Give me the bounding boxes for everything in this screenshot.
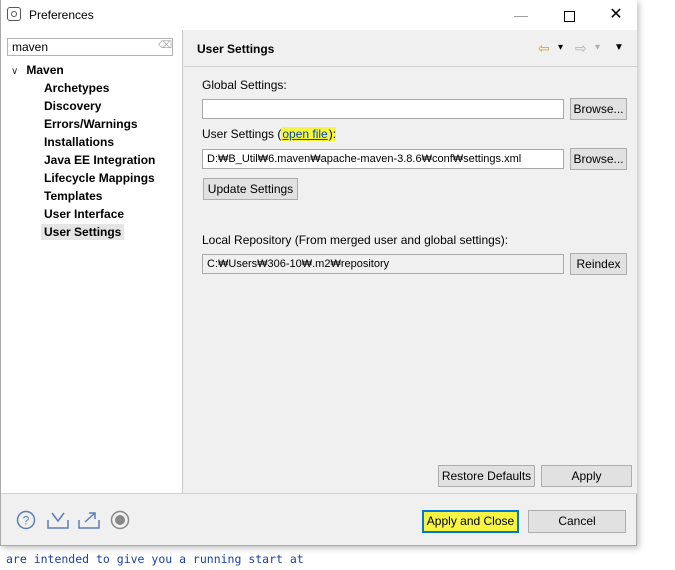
minimize-button[interactable]: — [506,4,536,26]
svg-text:?: ? [23,514,30,528]
tree-item-templates[interactable]: Templates [41,188,105,204]
tree-item-errors-warnings[interactable]: Errors/Warnings [41,116,141,132]
preferences-window: Preferences — ✕ maven ⌫ ∨ Maven Archetyp… [0,0,637,546]
user-settings-label-text: User Settings ( [202,127,282,141]
reindex-button[interactable]: Reindex [570,253,627,275]
user-settings-label: User Settings (open file): [202,127,337,141]
restore-defaults-button[interactable]: Restore Defaults [438,465,535,487]
filter-value: maven [12,40,49,54]
tree-item-lifecycle-mappings[interactable]: Lifecycle Mappings [41,170,158,186]
clear-filter-icon[interactable]: ⌫ [158,41,172,51]
back-arrow-icon[interactable]: ⇦ [538,40,550,56]
maximize-button[interactable] [554,4,584,26]
filter-input[interactable]: maven ⌫ [7,38,173,56]
browse-user-button[interactable]: Browse... [570,148,627,170]
title-bar: Preferences — ✕ [1,0,637,30]
export-icon[interactable] [77,510,101,530]
open-file-link[interactable]: open file [281,127,329,141]
footer-divider [1,493,637,494]
close-button[interactable]: ✕ [601,4,631,26]
apply-button[interactable]: Apply [541,465,632,487]
window-title: Preferences [29,8,94,22]
import-icon[interactable] [46,510,70,530]
header-divider [184,66,637,67]
local-repository-input[interactable]: C:₩Users₩306-10₩.m2₩repository [202,254,564,274]
tree-item-installations[interactable]: Installations [41,134,117,150]
app-icon [7,7,21,21]
help-icon[interactable]: ? [16,510,36,530]
tree-item-user-interface[interactable]: User Interface [41,206,127,222]
forward-arrow-icon[interactable]: ⇨ [575,40,587,56]
apply-and-close-button[interactable]: Apply and Close [422,510,519,533]
global-settings-input[interactable] [202,99,564,119]
settings-page: User Settings ⇦ ▾ ⇨ ▾ ▼ Global Settings:… [184,30,637,493]
page-title: User Settings [197,42,275,56]
local-repository-label: Local Repository (From merged user and g… [202,233,509,247]
update-settings-button[interactable]: Update Settings [203,178,298,200]
preference-tree-panel: maven ⌫ ∨ Maven Archetypes Discovery Err… [1,30,183,493]
console-text: are intended to give you a running start… [6,552,304,566]
tree-item-user-settings[interactable]: User Settings [41,224,125,240]
tree-item-java-ee-integration[interactable]: Java EE Integration [41,152,158,168]
user-settings-label-suffix: ): [328,127,337,141]
tree-item-archetypes[interactable]: Archetypes [41,80,112,96]
cancel-button[interactable]: Cancel [528,510,626,533]
maximize-icon [563,10,575,22]
tree-root-maven[interactable]: ∨ Maven [11,63,64,77]
view-menu-icon[interactable]: ▼ [614,40,624,56]
tree-root-label: Maven [26,63,64,77]
forward-history-dropdown-icon[interactable]: ▾ [595,40,600,56]
expand-chevron-icon[interactable]: ∨ [11,66,23,77]
record-icon[interactable] [110,510,130,530]
back-history-dropdown-icon[interactable]: ▾ [558,40,563,56]
browse-global-button[interactable]: Browse... [570,98,627,120]
tree-item-discovery[interactable]: Discovery [41,98,104,114]
global-settings-label: Global Settings: [202,78,287,92]
user-settings-input[interactable]: D:₩B_Util₩6.maven₩apache-maven-3.8.6₩con… [202,149,564,169]
